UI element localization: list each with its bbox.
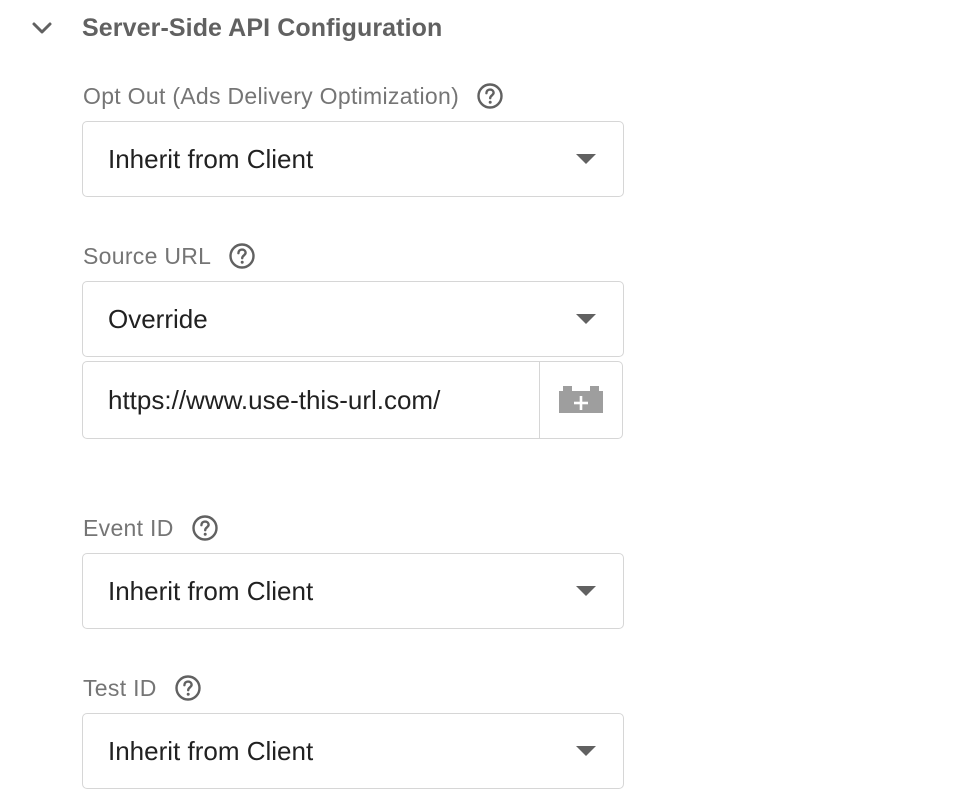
opt-out-select-value: Inherit from Client bbox=[108, 143, 314, 174]
event-id-label-row: Event ID bbox=[83, 512, 220, 544]
source-url-select-value: Override bbox=[108, 303, 208, 334]
test-id-select-value: Inherit from Client bbox=[108, 735, 314, 766]
dropdown-arrow-icon bbox=[576, 314, 596, 324]
source-url-label: Source URL bbox=[83, 242, 212, 269]
event-id-select-value: Inherit from Client bbox=[108, 575, 314, 606]
dropdown-arrow-icon bbox=[576, 746, 596, 756]
section-title: Server-Side API Configuration bbox=[82, 13, 443, 42]
test-id-label: Test ID bbox=[83, 674, 157, 701]
source-url-field bbox=[82, 361, 623, 439]
help-icon[interactable] bbox=[190, 513, 220, 543]
dropdown-arrow-icon bbox=[576, 154, 596, 164]
event-id-label: Event ID bbox=[83, 514, 174, 541]
test-id-label-row: Test ID bbox=[83, 672, 203, 704]
help-icon[interactable] bbox=[227, 241, 257, 271]
chevron-down-icon[interactable] bbox=[26, 8, 58, 48]
source-url-select[interactable]: Override bbox=[82, 281, 624, 357]
add-variable-button[interactable] bbox=[539, 362, 622, 438]
add-variable-icon bbox=[559, 386, 603, 413]
event-id-select[interactable]: Inherit from Client bbox=[82, 553, 624, 629]
opt-out-label-row: Opt Out (Ads Delivery Optimization) bbox=[83, 80, 505, 112]
section-header[interactable]: Server-Side API Configuration bbox=[26, 8, 442, 48]
help-icon[interactable] bbox=[475, 81, 505, 111]
source-url-input[interactable] bbox=[83, 362, 539, 438]
opt-out-select[interactable]: Inherit from Client bbox=[82, 121, 624, 197]
test-id-select[interactable]: Inherit from Client bbox=[82, 713, 624, 789]
help-icon[interactable] bbox=[173, 673, 203, 703]
source-url-label-row: Source URL bbox=[83, 240, 257, 272]
opt-out-label: Opt Out (Ads Delivery Optimization) bbox=[83, 82, 460, 109]
dropdown-arrow-icon bbox=[576, 586, 596, 596]
